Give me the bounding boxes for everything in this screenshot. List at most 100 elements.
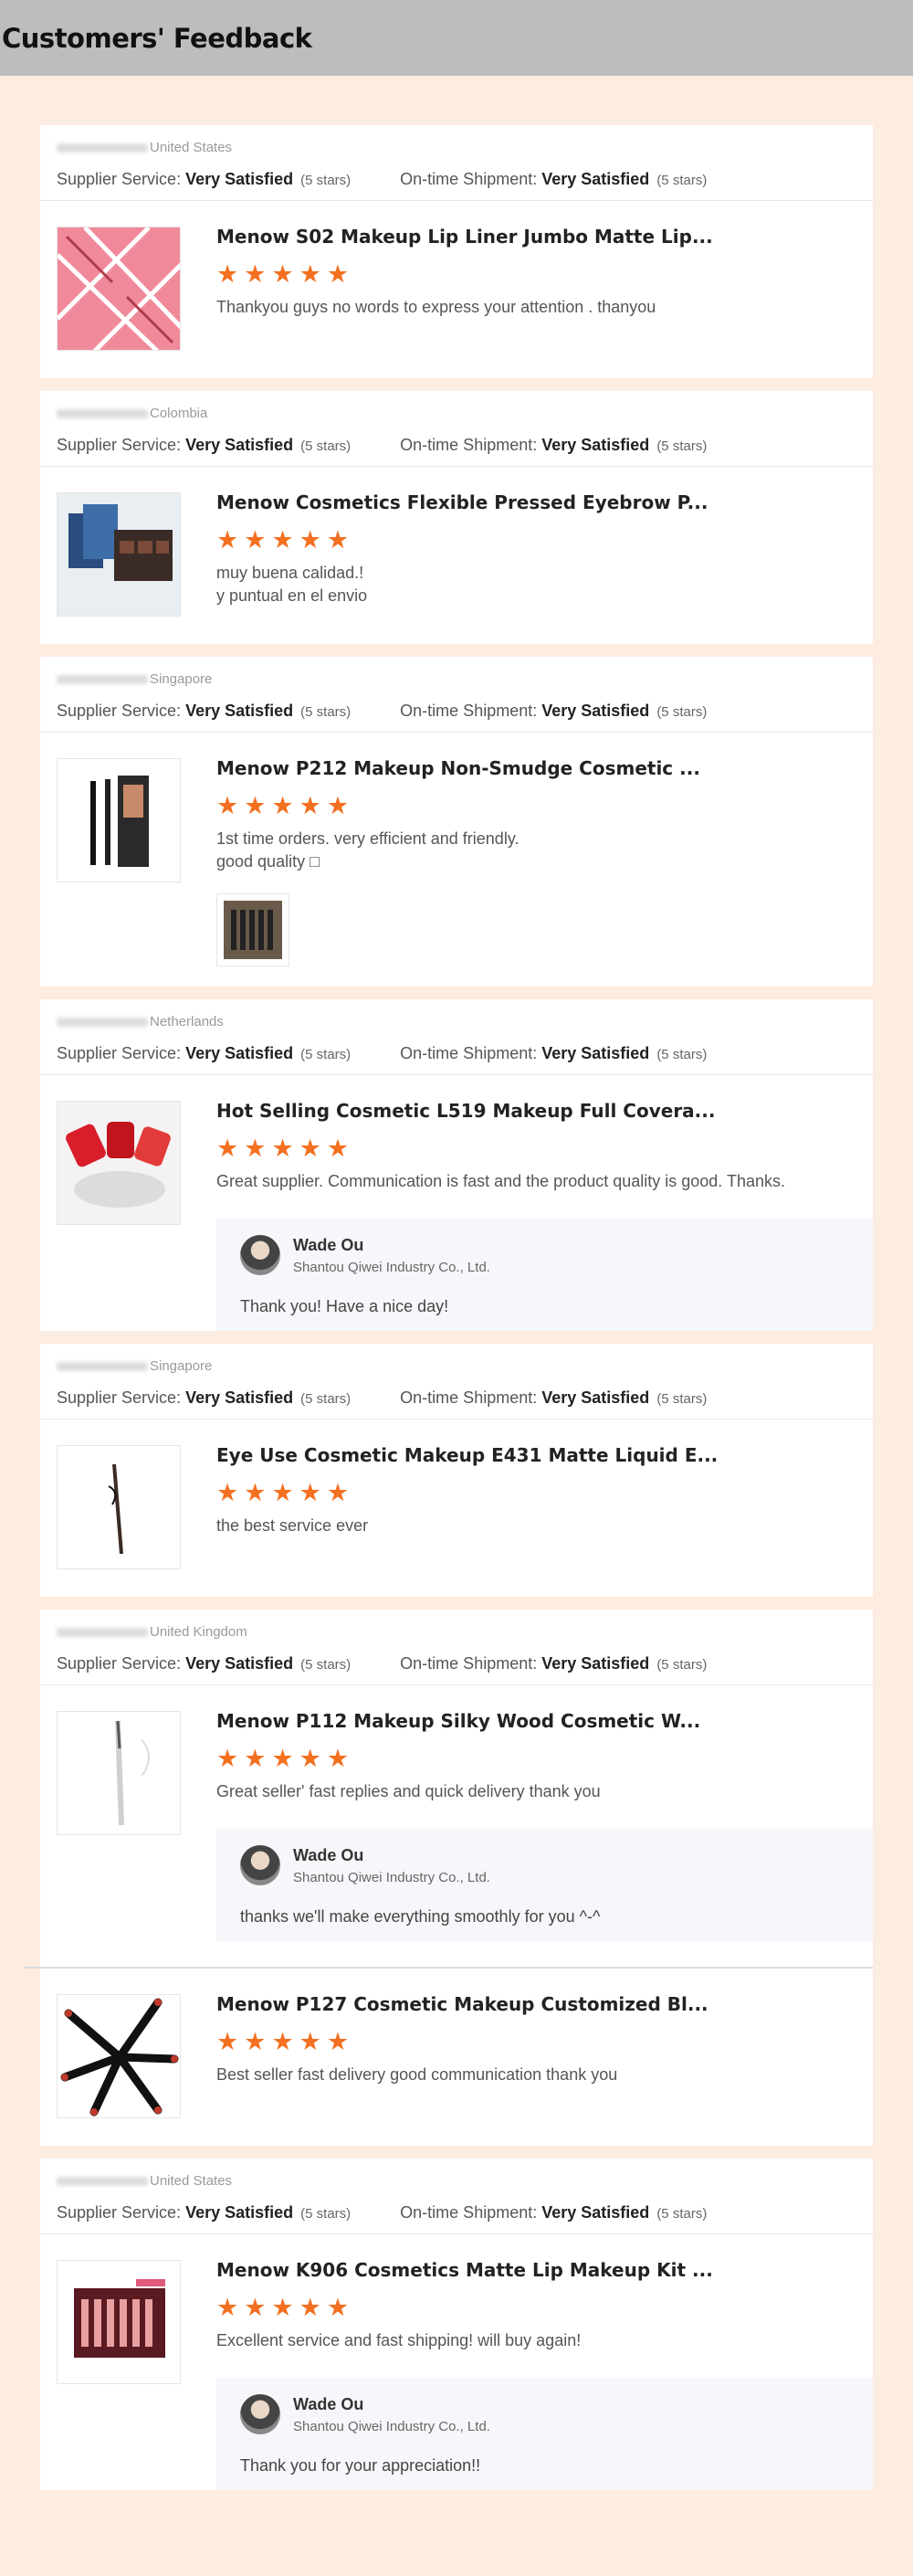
order-item: Menow P212 Makeup Non-Smudge Cosmetic ..… (40, 733, 873, 966)
shipment-stars: (5 stars) (656, 1657, 708, 1673)
order-body: Menow P112 Makeup Silky Wood Cosmetic W.… (216, 1707, 873, 1941)
blurred-buyer-name (57, 2177, 148, 2187)
star-icon: ★ (244, 259, 267, 288)
star-icon: ★ (299, 525, 321, 554)
product-thumbnail[interactable] (57, 1445, 181, 1569)
shipment-rating: Very Satisfied (541, 170, 650, 188)
review-header: United Kingdom Supplier Service: Very Sat… (40, 1610, 873, 1685)
product-thumbnail[interactable] (57, 2260, 181, 2384)
shipment-stars: (5 stars) (656, 2206, 708, 2222)
buyer-info: United Kingdom (57, 1622, 856, 1642)
product-title-link[interactable]: Hot Selling Cosmetic L519 Makeup Full Co… (216, 1097, 873, 1124)
star-icon: ★ (299, 1134, 321, 1162)
star-icon: ★ (244, 1744, 267, 1772)
review-header: United States Supplier Service: Very Sati… (40, 2159, 873, 2234)
review-text: Best seller fast delivery good communica… (216, 2065, 618, 2084)
star-icon: ★ (326, 1478, 350, 1506)
order-item: Menow S02 Makeup Lip Liner Jumbo Matte L… (40, 201, 873, 358)
reply-author: Wade Ou (293, 1846, 364, 1864)
reply-author: Wade Ou (293, 2395, 364, 2413)
blurred-buyer-name (57, 675, 148, 685)
star-icon: ★ (299, 259, 321, 288)
product-thumbnail[interactable] (57, 227, 181, 351)
rating-summary: Supplier Service: Very Satisfied (5 stars… (57, 1032, 856, 1074)
supplier-service-label: Supplier Service: (57, 702, 186, 720)
star-icon: ★ (244, 1478, 267, 1506)
shipment-label: On-time Shipment: (400, 1044, 542, 1062)
product-title-link[interactable]: Menow P127 Cosmetic Makeup Customized Bl… (216, 1990, 873, 2018)
page-title: Customers' Feedback (2, 22, 312, 54)
star-icon: ★ (244, 1134, 267, 1162)
star-icon: ★ (299, 1478, 321, 1506)
buyer-info: United States (57, 138, 856, 158)
product-thumbnail[interactable] (57, 1994, 181, 2118)
shipment-rating: Very Satisfied (541, 1388, 650, 1407)
supplier-service-label: Supplier Service: (57, 2203, 186, 2222)
star-icon: ★ (216, 259, 239, 288)
product-title-link[interactable]: Menow Cosmetics Flexible Pressed Eyebrow… (216, 489, 873, 516)
buyer-country: United Kingdom (150, 1624, 247, 1640)
product-thumbnail[interactable] (57, 1711, 181, 1835)
buyer-info: United States (57, 2171, 856, 2191)
shipment-rating: Very Satisfied (541, 436, 650, 454)
product-title-link[interactable]: Eye Use Cosmetic Makeup E431 Matte Liqui… (216, 1441, 873, 1469)
product-thumbnail[interactable] (57, 492, 181, 617)
star-icon: ★ (326, 525, 350, 554)
rating-summary: Supplier Service: Very Satisfied (5 stars… (57, 424, 856, 466)
supplier-reply: Wade Ou Shantou Qiwei Industry Co., Ltd. T… (216, 2378, 873, 2490)
buyer-country: Singapore (150, 671, 213, 687)
reply-company: Shantou Qiwei Industry Co., Ltd. (293, 1260, 490, 1275)
supplier-service-stars: (5 stars) (300, 1391, 352, 1407)
supplier-service-label: Supplier Service: (57, 436, 186, 454)
review-text: the best service ever (216, 1516, 369, 1535)
shipment-rating: Very Satisfied (541, 2203, 650, 2222)
star-icon: ★ (271, 2293, 294, 2321)
product-title-link[interactable]: Menow S02 Makeup Lip Liner Jumbo Matte L… (216, 223, 873, 250)
supplier-service-rating: Very Satisfied (185, 1388, 294, 1407)
rating-summary: Supplier Service: Very Satisfied (5 stars… (57, 690, 856, 732)
supplier-reply: Wade Ou Shantou Qiwei Industry Co., Ltd. T… (216, 1219, 873, 1331)
supplier-service-stars: (5 stars) (300, 1657, 352, 1673)
product-title-link[interactable]: Menow P212 Makeup Non-Smudge Cosmetic ..… (216, 755, 873, 782)
shipment-stars: (5 stars) (656, 1391, 708, 1407)
supplier-service-stars: (5 stars) (300, 438, 352, 454)
product-thumbnail[interactable] (57, 758, 181, 882)
review-text: muy buena calidad.! y puntual en el envi… (216, 564, 368, 605)
order-body: Menow P127 Cosmetic Makeup Customized Bl… (216, 1990, 873, 2086)
product-title-link[interactable]: Menow P112 Makeup Silky Wood Cosmetic W.… (216, 1707, 873, 1735)
supplier-service-stars: (5 stars) (300, 704, 352, 720)
star-icon: ★ (271, 791, 294, 819)
star-rating: ★ ★ ★ ★ ★ (216, 1134, 873, 1163)
supplier-service-label: Supplier Service: (57, 1654, 186, 1673)
review-text: Thankyou guys no words to express your a… (216, 298, 656, 316)
supplier-service-label: Supplier Service: (57, 1044, 186, 1062)
order-item: Menow Cosmetics Flexible Pressed Eyebrow… (40, 467, 873, 624)
star-icon: ★ (299, 2293, 321, 2321)
supplier-service-rating: Very Satisfied (185, 2203, 294, 2222)
buyer-country: United States (150, 140, 233, 155)
supplier-service-rating: Very Satisfied (185, 436, 294, 454)
product-thumbnail[interactable] (57, 1101, 181, 1225)
star-icon: ★ (216, 1744, 239, 1772)
blurred-buyer-name (57, 143, 148, 153)
review-text: 1st time orders. very efficient and frie… (216, 829, 519, 871)
product-title-link[interactable]: Menow K906 Cosmetics Matte Lip Makeup Ki… (216, 2256, 873, 2284)
review-card: Singapore Supplier Service: Very Satisfie… (40, 657, 873, 987)
blurred-buyer-name (57, 1362, 148, 1372)
rating-summary: Supplier Service: Very Satisfied (5 stars… (57, 1642, 856, 1684)
blurred-buyer-name (57, 1018, 148, 1028)
star-icon: ★ (299, 791, 321, 819)
star-icon: ★ (244, 791, 267, 819)
order-body: Eye Use Cosmetic Makeup E431 Matte Liqui… (216, 1441, 873, 1537)
supplier-service-rating: Very Satisfied (185, 1044, 294, 1062)
shipment-stars: (5 stars) (656, 173, 708, 188)
supplier-reply: Wade Ou Shantou Qiwei Industry Co., Ltd. t… (216, 1829, 873, 1941)
star-icon: ★ (326, 1134, 350, 1162)
star-icon: ★ (326, 1744, 350, 1772)
review-text: Great seller' fast replies and quick del… (216, 1782, 601, 1800)
star-rating: ★ ★ ★ ★ ★ (216, 525, 873, 554)
review-photo[interactable] (216, 893, 289, 966)
supplier-service-stars: (5 stars) (300, 1047, 352, 1062)
page-header: Customers' Feedback (0, 0, 913, 76)
rating-summary: Supplier Service: Very Satisfied (5 stars… (57, 1377, 856, 1419)
